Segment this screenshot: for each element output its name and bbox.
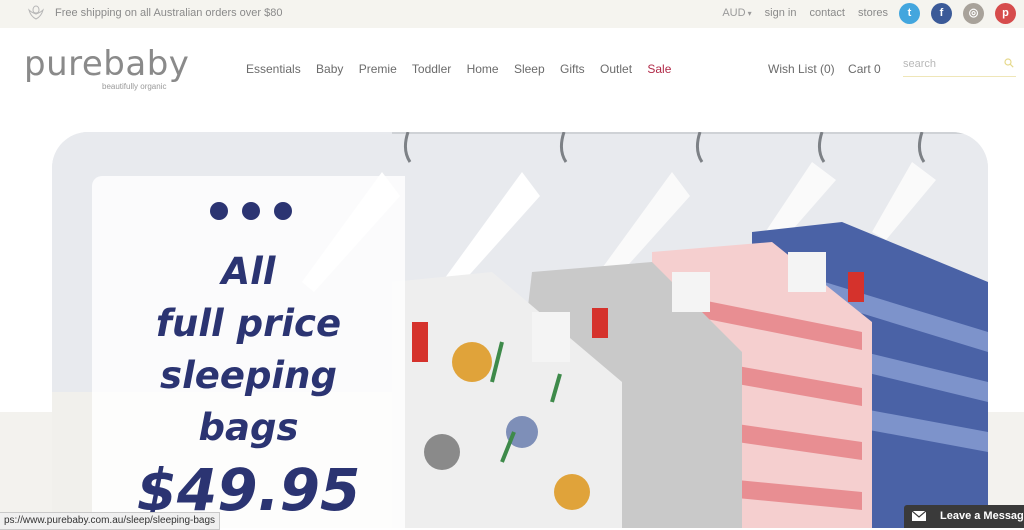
stores-link[interactable]: stores — [858, 7, 888, 19]
top-bar: Free shipping on all Australian orders o… — [0, 0, 1024, 28]
pinterest-icon[interactable]: p — [995, 3, 1016, 24]
wish-list-link[interactable]: Wish List (0) — [768, 62, 835, 76]
nav-premie[interactable]: Premie — [359, 62, 397, 76]
logo-wordmark: purebaby — [24, 44, 190, 84]
nav-essentials[interactable]: Essentials — [246, 62, 301, 76]
promo-line-4: bags — [198, 406, 299, 449]
nav-outlet[interactable]: Outlet — [600, 62, 632, 76]
search-icon[interactable] — [1004, 58, 1014, 68]
promo-line-3: sleeping — [160, 354, 337, 397]
free-shipping-notice: Free shipping on all Australian orders o… — [55, 7, 283, 19]
site-header: purebaby beautifully organic Essentials … — [0, 28, 1024, 112]
dots-decoration — [210, 202, 306, 225]
promo-card[interactable]: All full price sleeping bags $49.95 — [92, 176, 405, 528]
facebook-icon[interactable]: f — [931, 3, 952, 24]
nav-toddler[interactable]: Toddler — [412, 62, 451, 76]
account-links: Wish List (0) Cart 0 — [768, 62, 891, 76]
search-input[interactable] — [903, 56, 999, 72]
logo-tagline: beautifully organic — [102, 82, 167, 91]
nav-home[interactable]: Home — [467, 62, 499, 76]
envelope-icon — [912, 511, 926, 521]
leave-message-label: Leave a Message — [940, 510, 1024, 522]
nav-gifts[interactable]: Gifts — [560, 62, 585, 76]
search-box — [903, 54, 1016, 77]
top-links: AUD ▾ sign in contact stores — [712, 7, 888, 19]
sign-in-link[interactable]: sign in — [765, 7, 797, 19]
nav-baby[interactable]: Baby — [316, 62, 343, 76]
nav-sleep[interactable]: Sleep — [514, 62, 545, 76]
currency-label: AUD — [722, 7, 746, 19]
promo-line-2: full price — [155, 302, 342, 345]
instagram-icon[interactable]: ◎ — [963, 3, 984, 24]
cart-link[interactable]: Cart 0 — [848, 62, 881, 76]
currency-select[interactable]: AUD ▾ — [722, 7, 751, 19]
nav-sale[interactable]: Sale — [647, 62, 671, 76]
twitter-icon[interactable]: t — [899, 3, 920, 24]
leave-message-button[interactable]: Leave a Message — [904, 505, 1024, 528]
promo-line-1: All — [221, 250, 276, 293]
status-bar-url: ps://www.purebaby.com.au/sleep/sleeping-… — [0, 512, 221, 530]
chevron-down-icon: ▾ — [747, 9, 752, 18]
contact-link[interactable]: contact — [810, 7, 845, 19]
purebaby-logo[interactable]: purebaby beautifully organic — [24, 44, 190, 91]
main-nav: Essentials Baby Premie Toddler Home Slee… — [246, 62, 683, 76]
angel-logo-icon — [28, 5, 44, 20]
